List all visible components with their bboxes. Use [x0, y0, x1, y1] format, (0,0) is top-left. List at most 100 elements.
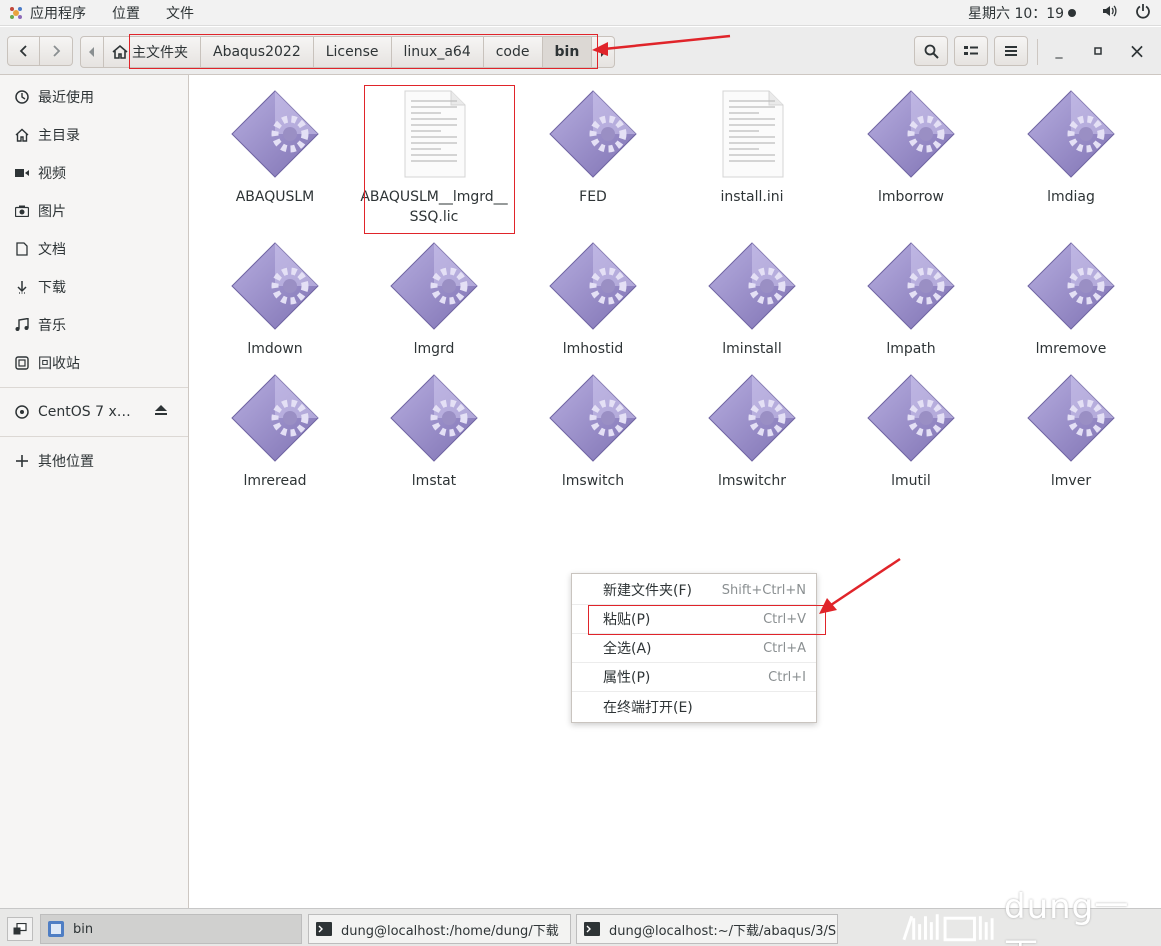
search-button[interactable] — [914, 36, 948, 66]
plus-icon — [14, 453, 30, 469]
file-name: ABAQUSLM__lmgrd__SSQ.lic — [360, 189, 508, 225]
forward-icon — [53, 45, 61, 57]
watermark-icon — [902, 914, 994, 942]
file-item[interactable]: lmswitchr — [677, 373, 827, 491]
close-button[interactable]: × — [1124, 37, 1150, 65]
sidebar-item-trash[interactable]: 回收站 — [0, 344, 188, 382]
menu-item-shortcut: Ctrl+I — [768, 669, 806, 685]
file-name: lmver — [1050, 473, 1092, 489]
document-icon — [14, 241, 30, 257]
executable-icon — [548, 89, 638, 179]
file-grid[interactable]: ABAQUSLM ABAQUSLM__lmgrd__SSQ.lic FED in… — [190, 75, 1161, 908]
sidebar-item-home[interactable]: 主目录 — [0, 116, 188, 154]
menu-item-open-terminal[interactable]: 在终端打开(E) — [572, 692, 816, 721]
executable-icon — [230, 373, 320, 463]
sidebar-item-pictures[interactable]: 图片 — [0, 192, 188, 230]
file-item[interactable]: lmswitch — [518, 373, 668, 491]
sidebar-item-videos[interactable]: 视频 — [0, 154, 188, 192]
maximize-button[interactable] — [1085, 37, 1111, 65]
sidebar-item-downloads[interactable]: 下载 — [0, 268, 188, 306]
file-item[interactable]: lmhostid — [518, 241, 668, 359]
clock[interactable]: 星期六 10：19 — [968, 3, 1077, 23]
crumb-label: code — [495, 44, 530, 60]
applications-menu[interactable]: 应用程序 — [30, 3, 86, 23]
menu-item-select-all[interactable]: 全选(A) Ctrl+A — [572, 634, 816, 663]
crumb-label: Abaqus2022 — [213, 44, 301, 60]
sidebar-divider — [0, 436, 188, 437]
crumb-bin[interactable]: bin — [542, 36, 593, 68]
menu-item-shortcut: Ctrl+V — [763, 611, 806, 627]
executable-icon — [1026, 373, 1116, 463]
file-item[interactable]: lmdown — [200, 241, 350, 359]
crumb-abaqus2022[interactable]: Abaqus2022 — [201, 36, 314, 68]
clock-icon — [14, 89, 30, 105]
files-menu[interactable]: 文件 — [166, 3, 194, 23]
sidebar-item-device[interactable]: CentOS 7 x… — [0, 393, 188, 431]
file-manager-icon — [48, 921, 64, 937]
volume-icon[interactable] — [1101, 3, 1117, 19]
disc-icon — [14, 404, 30, 420]
file-item[interactable]: lmdiag — [996, 89, 1146, 207]
file-item[interactable]: lmpath — [836, 241, 986, 359]
crumb-linux-a64[interactable]: linux_a64 — [391, 36, 484, 68]
crumb-label: 主文件夹 — [132, 45, 188, 61]
file-item[interactable]: install.ini — [677, 89, 827, 207]
view-toggle-button[interactable] — [954, 36, 988, 66]
minimize-button[interactable]: _ — [1046, 37, 1072, 65]
back-button[interactable] — [7, 36, 40, 66]
file-name: lminstall — [722, 341, 782, 357]
file-item[interactable]: lmutil — [836, 373, 986, 491]
menu-item-label: 粘贴(P) — [603, 612, 651, 628]
file-item[interactable]: FED — [518, 89, 668, 207]
taskbar-item-terminal-2[interactable]: dung@localhost:~/下载/abaqus/3/S… — [576, 914, 838, 944]
file-item[interactable]: lminstall — [677, 241, 827, 359]
file-name: lmhostid — [562, 341, 624, 357]
path-scroll-left-button[interactable] — [80, 36, 104, 68]
file-item[interactable]: lmver — [996, 373, 1146, 491]
main-menu-button[interactable] — [994, 36, 1028, 66]
file-item[interactable]: lmborrow — [836, 89, 986, 207]
taskbar-item-bin[interactable]: bin — [40, 914, 302, 944]
menu-item-properties[interactable]: 属性(P) Ctrl+I — [572, 663, 816, 692]
executable-icon — [866, 373, 956, 463]
file-item[interactable]: ABAQUSLM — [200, 89, 350, 207]
sidebar-item-documents[interactable]: 文档 — [0, 230, 188, 268]
file-name: lmdiag — [1047, 189, 1095, 205]
executable-icon — [230, 241, 320, 331]
top-panel: 应用程序 位置 文件 星期六 10：19 — [0, 0, 1161, 26]
crumb-license[interactable]: License — [313, 36, 392, 68]
show-desktop-button[interactable] — [7, 917, 33, 941]
file-item[interactable]: lmgrd — [359, 241, 509, 359]
file-item[interactable]: lmremove — [996, 241, 1146, 359]
sidebar-item-music[interactable]: 音乐 — [0, 306, 188, 344]
taskbar-item-terminal-1[interactable]: dung@localhost:/home/dung/下载 — [308, 914, 571, 944]
sidebar-item-other-locations[interactable]: 其他位置 — [0, 442, 188, 480]
file-item[interactable]: lmreread — [200, 373, 350, 491]
places-menu[interactable]: 位置 — [112, 3, 140, 23]
crumb-code[interactable]: code — [483, 36, 543, 68]
sidebar-item-recent[interactable]: 最近使用 — [0, 78, 188, 116]
taskbar: bin dung@localhost:/home/dung/下载 dung@lo… — [0, 887, 1161, 946]
file-item[interactable]: ABAQUSLM__lmgrd__SSQ.lic — [359, 89, 509, 227]
terminal-icon — [584, 922, 600, 936]
eject-icon[interactable] — [154, 404, 168, 420]
annotation-arrow-paste — [819, 557, 901, 614]
executable-icon — [866, 241, 956, 331]
crumb-label: bin — [554, 44, 580, 60]
apps-icon — [10, 6, 22, 19]
executable-icon — [707, 373, 797, 463]
sidebar: 最近使用 主目录 视频 图片 文档 下载 音乐 回收站 CentOS 7 x… … — [0, 75, 189, 908]
back-icon — [19, 45, 27, 57]
file-name: lmreread — [243, 473, 307, 489]
menu-item-shortcut: Shift+Ctrl+N — [721, 582, 806, 598]
file-name: FED — [579, 189, 607, 205]
file-item[interactable]: lmstat — [359, 373, 509, 491]
menu-item-paste[interactable]: 粘贴(P) Ctrl+V — [572, 605, 816, 634]
menu-item-new-folder[interactable]: 新建文件夹(F) Shift+Ctrl+N — [572, 576, 816, 605]
forward-button[interactable] — [40, 36, 73, 66]
power-icon[interactable] — [1135, 3, 1151, 19]
sidebar-item-label: 视频 — [38, 166, 66, 182]
crumb-home[interactable]: 主文件夹 — [104, 36, 201, 68]
taskbar-item-label: dung@localhost:~/下载/abaqus/3/S… — [609, 923, 838, 939]
file-name: lmutil — [891, 473, 931, 489]
